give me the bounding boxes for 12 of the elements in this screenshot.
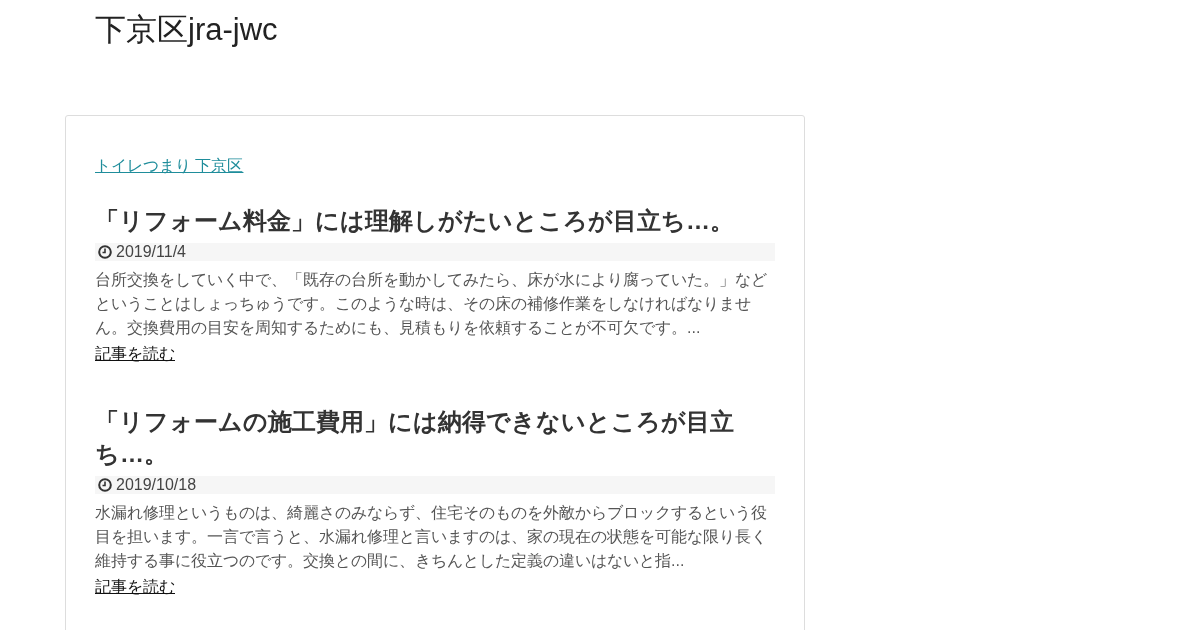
post-excerpt: 水漏れ修理というものは、綺麗さのみならず、住宅そのものを外敵からブロックするという役目を担います。一言で言うと、水漏れ修理と言いますのは、家の現在の状態を可能な限り長く維持する事に役立つのです。交換との間に、きちんとした定義の違いはないと指... bbox=[95, 503, 768, 571]
category-link[interactable]: トイレつまり 下京区 bbox=[95, 154, 244, 178]
read-more-link[interactable]: 記事を読む bbox=[95, 342, 175, 366]
clock-icon bbox=[98, 478, 112, 492]
post-title[interactable]: 「リフォーム料金」には理解しがたいところが目立ち…。 bbox=[95, 205, 755, 237]
post-title[interactable]: 「リフォームの施工費用」には納得できないところが目立ち…。 bbox=[95, 406, 755, 470]
post-date: 2019/10/18 bbox=[116, 476, 197, 494]
clock-icon bbox=[98, 245, 112, 259]
post-excerpt: 台所交換をしていく中で、「既存の台所を動かしてみたら、床が水により腐っていた。」などということはしょっちゅうです。このような時は、その床の補修作業をしなければなりません。交換費用の目安を周知するためにも、見積もりを依頼することが不可欠です。... bbox=[95, 270, 768, 338]
site-title[interactable]: 下京区jra-jwc bbox=[95, 10, 278, 50]
post-date: 2019/11/4 bbox=[116, 243, 186, 261]
read-more-link[interactable]: 記事を読む bbox=[95, 575, 175, 599]
